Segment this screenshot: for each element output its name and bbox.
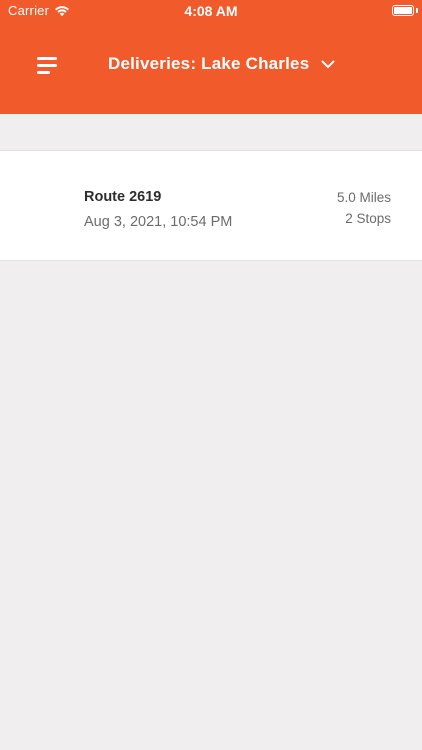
page-title: Deliveries: Lake Charles — [108, 54, 310, 73]
status-time: 4:08 AM — [184, 3, 238, 19]
menu-line-top — [37, 57, 57, 60]
battery-level — [394, 7, 412, 14]
battery-cap — [416, 8, 418, 13]
menu-button[interactable] — [32, 50, 64, 82]
route-date: Aug 3, 2021, 10:54 PM — [84, 214, 233, 230]
route-list-item[interactable]: Route 2619 Aug 3, 2021, 10:54 PM 5.0 Mil… — [0, 150, 422, 261]
menu-icon — [37, 57, 59, 75]
menu-line-middle — [37, 64, 57, 67]
battery-icon — [392, 5, 414, 16]
route-miles: 5.0 Miles — [336, 190, 391, 205]
route-name: Route 2619 — [84, 189, 162, 205]
location-selector[interactable]: Deliveries: Lake Charles — [108, 54, 335, 74]
chevron-down-icon — [321, 60, 335, 68]
route-stops: 2 Stops — [345, 211, 391, 226]
navigation-bar: Deliveries: Lake Charles — [0, 22, 422, 114]
status-bar: Carrier 4:08 AM — [0, 0, 422, 22]
menu-line-bottom — [37, 71, 50, 74]
